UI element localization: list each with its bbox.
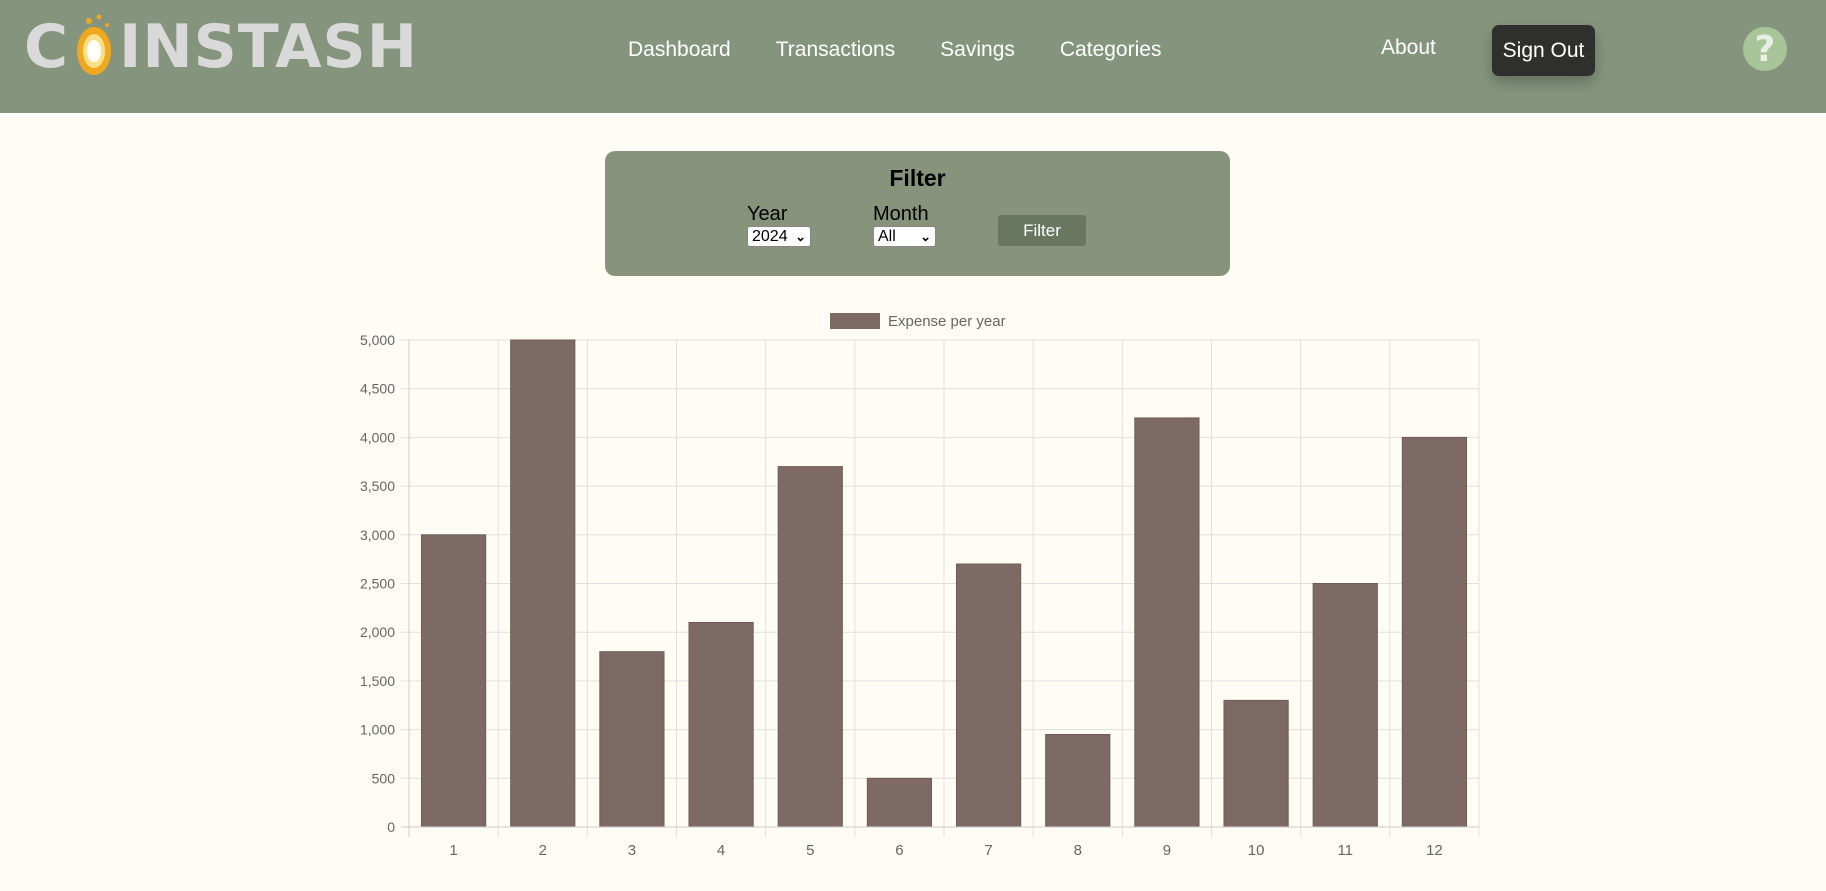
filter-button[interactable]: Filter <box>998 215 1086 246</box>
bar-9 <box>1134 417 1200 828</box>
nav-dashboard[interactable]: Dashboard <box>628 38 731 62</box>
coinstash-logo[interactable]: C INSTASH <box>24 12 418 82</box>
nav-about[interactable]: About <box>1381 36 1436 60</box>
x-tick-label: 3 <box>628 842 636 859</box>
bar-8 <box>1045 733 1111 828</box>
bar-7 <box>955 563 1022 828</box>
year-label: Year <box>747 203 788 225</box>
month-select-value: All <box>878 227 896 245</box>
x-tick-label: 2 <box>539 842 547 859</box>
legend-swatch <box>830 313 880 329</box>
bar-1 <box>420 534 487 828</box>
x-tick-label: 6 <box>895 842 903 859</box>
x-tick-label: 11 <box>1337 842 1353 859</box>
month-select[interactable]: All ⌄ <box>873 226 936 247</box>
year-select-value: 2024 <box>752 227 788 245</box>
logo-text-right: INSTASH <box>119 12 418 82</box>
y-tick-label: 1,500 <box>360 673 395 689</box>
navbar: C INSTASH Dashboard Transactions Savings… <box>0 0 1826 113</box>
nav-categories[interactable]: Categories <box>1060 38 1162 62</box>
logo-text-left: C <box>24 12 70 82</box>
chevron-down-icon: ⌄ <box>920 229 931 244</box>
y-tick-label: 3,000 <box>360 527 395 543</box>
month-label: Month <box>873 203 929 225</box>
x-tick-label: 4 <box>717 842 725 859</box>
bar-12 <box>1401 436 1468 828</box>
bar-6 <box>866 777 933 828</box>
y-tick-label: 2,000 <box>360 624 395 640</box>
bar-11 <box>1312 583 1378 828</box>
y-tick-label: 1,000 <box>360 722 395 738</box>
y-tick-label: 4,500 <box>360 381 395 397</box>
y-tick-label: 5,000 <box>360 332 395 348</box>
y-tick-label: 4,000 <box>360 429 395 445</box>
nav-transactions[interactable]: Transactions <box>776 38 895 62</box>
sign-out-button[interactable]: Sign Out <box>1492 25 1595 76</box>
x-tick-label: 10 <box>1248 842 1265 859</box>
y-tick-label: 500 <box>372 770 396 786</box>
y-tick-label: 3,500 <box>360 478 395 494</box>
legend-label: Expense per year <box>888 313 1006 330</box>
nav-savings[interactable]: Savings <box>940 38 1015 62</box>
bar-10 <box>1223 699 1289 828</box>
coin-icon <box>71 14 117 75</box>
chevron-down-icon: ⌄ <box>795 229 806 244</box>
expense-bar-chart: Expense per year 0 500 1,000 1,500 2,000 2,500… <box>360 313 1480 859</box>
bar-4 <box>688 621 754 828</box>
x-tick-label: 12 <box>1426 842 1443 859</box>
x-tick-label: 7 <box>984 842 992 859</box>
bar-5 <box>777 466 843 828</box>
x-tick-label: 8 <box>1074 842 1082 859</box>
filter-panel: Filter Year 2024 ⌄ Month All ⌄ Filter <box>605 151 1230 276</box>
x-tick-label: 5 <box>806 842 814 859</box>
x-tick-label: 9 <box>1163 842 1171 859</box>
y-tick-label: 0 <box>387 819 395 835</box>
help-icon[interactable]: ? <box>1743 27 1787 71</box>
year-select[interactable]: 2024 ⌄ <box>747 226 811 247</box>
bar-2 <box>510 339 576 828</box>
filter-title: Filter <box>889 165 946 191</box>
nav-links: Dashboard Transactions Savings Categorie… <box>628 38 1206 62</box>
y-tick-label: 2,500 <box>360 576 395 592</box>
bar-3 <box>599 651 665 828</box>
x-tick-label: 1 <box>449 842 457 859</box>
